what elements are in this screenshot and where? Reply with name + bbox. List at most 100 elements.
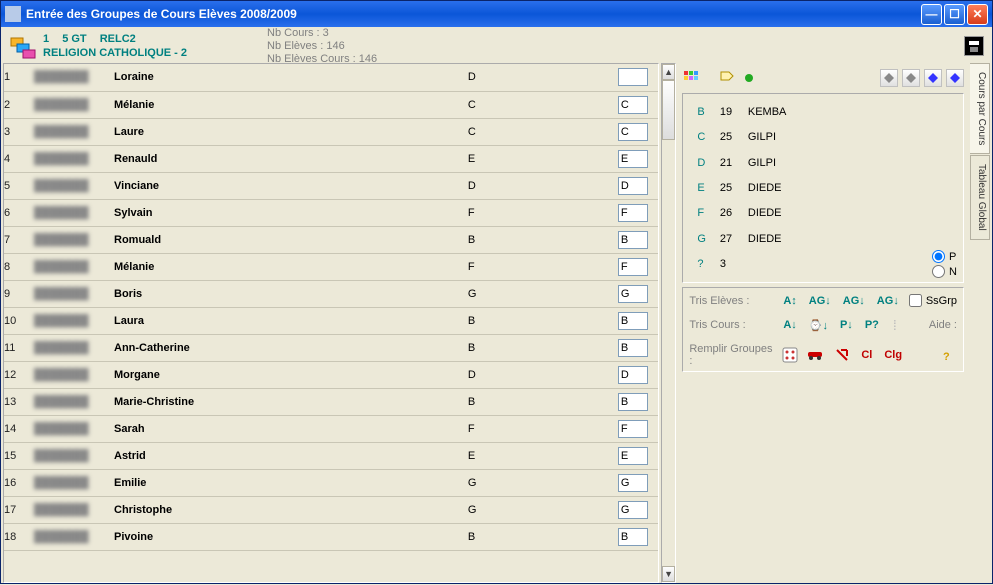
student-group-input[interactable]: [618, 474, 648, 492]
student-group-current: B: [468, 307, 618, 334]
scroll-thumb[interactable]: [662, 80, 676, 140]
student-row[interactable]: 6███████SylvainF: [4, 199, 658, 226]
student-row[interactable]: 12███████MorganeD: [4, 361, 658, 388]
student-group-input[interactable]: [618, 420, 648, 438]
student-row[interactable]: 13███████Marie-ChristineB: [4, 388, 658, 415]
grid-icon[interactable]: [682, 69, 700, 87]
row-number: 10: [4, 307, 34, 334]
student-group-input[interactable]: [618, 204, 648, 222]
student-group-input[interactable]: [618, 366, 648, 384]
row-number: 1: [4, 64, 34, 91]
save-button[interactable]: [964, 36, 984, 56]
radio-p[interactable]: P: [932, 250, 957, 263]
student-row[interactable]: 11███████Ann-CatherineB: [4, 334, 658, 361]
tab-cours-par-cours[interactable]: Cours par Cours: [970, 63, 990, 154]
group-row[interactable]: B19KEMBA: [691, 100, 955, 123]
student-row[interactable]: 3███████LaureC: [4, 118, 658, 145]
student-group-input[interactable]: [618, 285, 648, 303]
student-row[interactable]: 17███████ChristopheG: [4, 496, 658, 523]
sort-stud-alpha-asc[interactable]: A↕: [781, 295, 798, 307]
student-scrollbar[interactable]: ▲ ▼: [661, 63, 677, 583]
student-group-current: F: [468, 415, 618, 442]
nav-prev-button[interactable]: [902, 69, 920, 87]
client-area: 1 5 GT RELC2 RELIGION CATHOLIQUE - 2 Nb …: [1, 27, 992, 585]
group-row[interactable]: ?3: [691, 253, 955, 276]
student-firstname: Laura: [114, 307, 468, 334]
sort-stud-group-desc[interactable]: AG↓: [841, 295, 867, 307]
student-row[interactable]: 5███████VincianeD: [4, 172, 658, 199]
student-group-input[interactable]: [618, 258, 648, 276]
nav-first-button[interactable]: [880, 69, 898, 87]
student-group-input[interactable]: [618, 231, 648, 249]
student-row[interactable]: 18███████PivoineB: [4, 523, 658, 550]
student-row[interactable]: 16███████EmilieG: [4, 469, 658, 496]
scroll-up-button[interactable]: ▲: [662, 64, 676, 80]
tab-tableau-global[interactable]: Tableau Global: [970, 155, 990, 240]
status-dot-icon[interactable]: [740, 69, 758, 87]
fill-link-icon[interactable]: [833, 346, 851, 364]
student-group-input[interactable]: [618, 528, 648, 546]
maximize-button[interactable]: ☐: [944, 4, 965, 25]
student-row[interactable]: 7███████RomualdB: [4, 226, 658, 253]
group-letter: E: [691, 176, 712, 199]
row-number: 18: [4, 523, 34, 550]
nav-next-button[interactable]: [924, 69, 942, 87]
student-group-input-cell: [618, 469, 658, 496]
scroll-down-button[interactable]: ▼: [662, 566, 676, 582]
student-group-input-cell: [618, 226, 658, 253]
sort-course-p-q[interactable]: P?: [863, 319, 881, 331]
fill-car-icon[interactable]: [807, 346, 825, 364]
student-group-input[interactable]: [618, 123, 648, 141]
student-group-input[interactable]: [618, 339, 648, 357]
student-group-input[interactable]: [618, 393, 648, 411]
course-code: RELC2: [100, 33, 136, 45]
student-firstname: Christophe: [114, 496, 468, 523]
radio-n[interactable]: N: [932, 265, 957, 278]
tag-icon[interactable]: [718, 69, 736, 87]
right-panel: B19KEMBAC25GILPI D21GILPIE25DIEDE F26DIEDE…: [676, 63, 990, 583]
student-group-input[interactable]: [618, 68, 648, 86]
title-bar: Entrée des Groupes de Cours Elèves 2008/…: [1, 1, 992, 27]
group-row[interactable]: E25DIEDE: [691, 176, 955, 199]
group-row[interactable]: C25GILPI: [691, 125, 955, 148]
student-row[interactable]: 4███████RenauldE: [4, 145, 658, 172]
student-group-current: G: [468, 280, 618, 307]
student-row[interactable]: 2███████MélanieC: [4, 91, 658, 118]
ssgrp-toggle[interactable]: SsGrp: [909, 294, 957, 307]
sort-stud-group-asc[interactable]: AG↓: [807, 295, 833, 307]
student-row[interactable]: 9███████BorisG: [4, 280, 658, 307]
student-group-input[interactable]: [618, 312, 648, 330]
row-number: 15: [4, 442, 34, 469]
student-row[interactable]: 8███████MélanieF: [4, 253, 658, 280]
student-row[interactable]: 10███████LauraB: [4, 307, 658, 334]
group-row[interactable]: D21GILPI: [691, 151, 955, 174]
minimize-button[interactable]: —: [921, 4, 942, 25]
student-group-input[interactable]: [618, 96, 648, 114]
student-surname: ███████: [34, 118, 114, 145]
sort-stud-extra[interactable]: AG↓: [875, 295, 901, 307]
student-row[interactable]: 1███████LoraineD: [4, 64, 658, 91]
sort-course-alpha[interactable]: A↓: [781, 319, 798, 331]
nav-last-button[interactable]: [946, 69, 964, 87]
student-group-input-cell: [618, 523, 658, 550]
fill-groups-label: Remplir Groupes :: [689, 343, 773, 367]
group-row[interactable]: F26DIEDE: [691, 202, 955, 225]
fill-cl-button[interactable]: Cl: [859, 349, 874, 361]
scroll-track[interactable]: [662, 80, 676, 566]
fill-dice-icon[interactable]: [781, 346, 799, 364]
fill-clg-button[interactable]: Clg: [882, 349, 904, 361]
student-group-input[interactable]: [618, 447, 648, 465]
student-group-input[interactable]: [618, 177, 648, 195]
group-row[interactable]: G27DIEDE: [691, 227, 955, 250]
student-surname: ███████: [34, 307, 114, 334]
student-surname: ███████: [34, 334, 114, 361]
sort-course-hours[interactable]: ⌚↓: [807, 319, 830, 332]
student-group-input-cell: [618, 307, 658, 334]
student-row[interactable]: 14███████SarahF: [4, 415, 658, 442]
student-group-input[interactable]: [618, 501, 648, 519]
help-icon[interactable]: ?: [939, 346, 957, 364]
sort-course-p-down[interactable]: P↓: [838, 319, 855, 331]
student-group-input[interactable]: [618, 150, 648, 168]
student-row[interactable]: 15███████AstridE: [4, 442, 658, 469]
close-button[interactable]: ✕: [967, 4, 988, 25]
